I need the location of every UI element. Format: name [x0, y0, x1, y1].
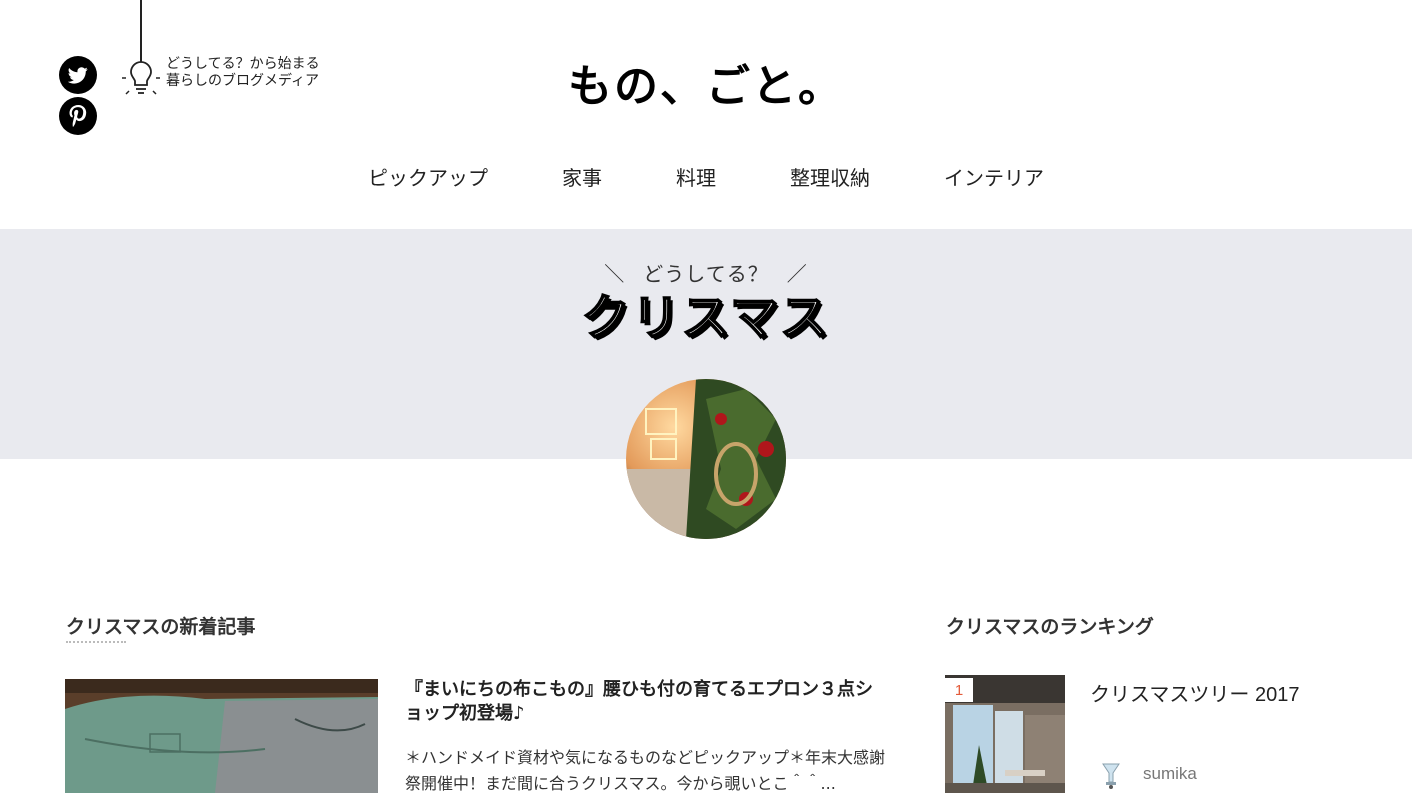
author-avatar-icon — [1102, 763, 1120, 789]
nav-item-cooking[interactable]: 料理 — [639, 164, 753, 192]
site-logo[interactable]: もの、ごと。 — [0, 50, 1412, 114]
category-title: クリスマス — [581, 289, 831, 347]
nav-item-housework[interactable]: 家事 — [525, 164, 639, 192]
ranking-heading: クリスマスのランキング — [946, 616, 1154, 638]
ranking-author[interactable]: sumika — [1143, 764, 1197, 784]
ranking-title[interactable]: クリスマスツリー 2017 — [1090, 678, 1299, 707]
article-excerpt: ＊ハンドメイド資材や気になるものなどピックアップ＊年末大感謝祭開催中！まだ間に合… — [405, 748, 886, 793]
article-thumbnail[interactable] — [65, 679, 378, 793]
heading-underline — [66, 641, 126, 645]
main-nav: ピックアップ 家事 料理 整理収納 インテリア — [0, 164, 1412, 192]
nav-item-pickup[interactable]: ピックアップ — [331, 164, 525, 192]
article-title[interactable]: 『まいにちの布こもの』腰ひも付の育てるエプロン３点ショップ初登場♪ — [405, 678, 885, 726]
latest-heading: クリスマスの新着記事 — [66, 616, 256, 638]
nav-item-organizing[interactable]: 整理収納 — [753, 164, 907, 192]
nav-item-interior[interactable]: インテリア — [907, 164, 1081, 192]
ranking-position: 1 — [945, 678, 973, 702]
category-image — [626, 379, 786, 539]
